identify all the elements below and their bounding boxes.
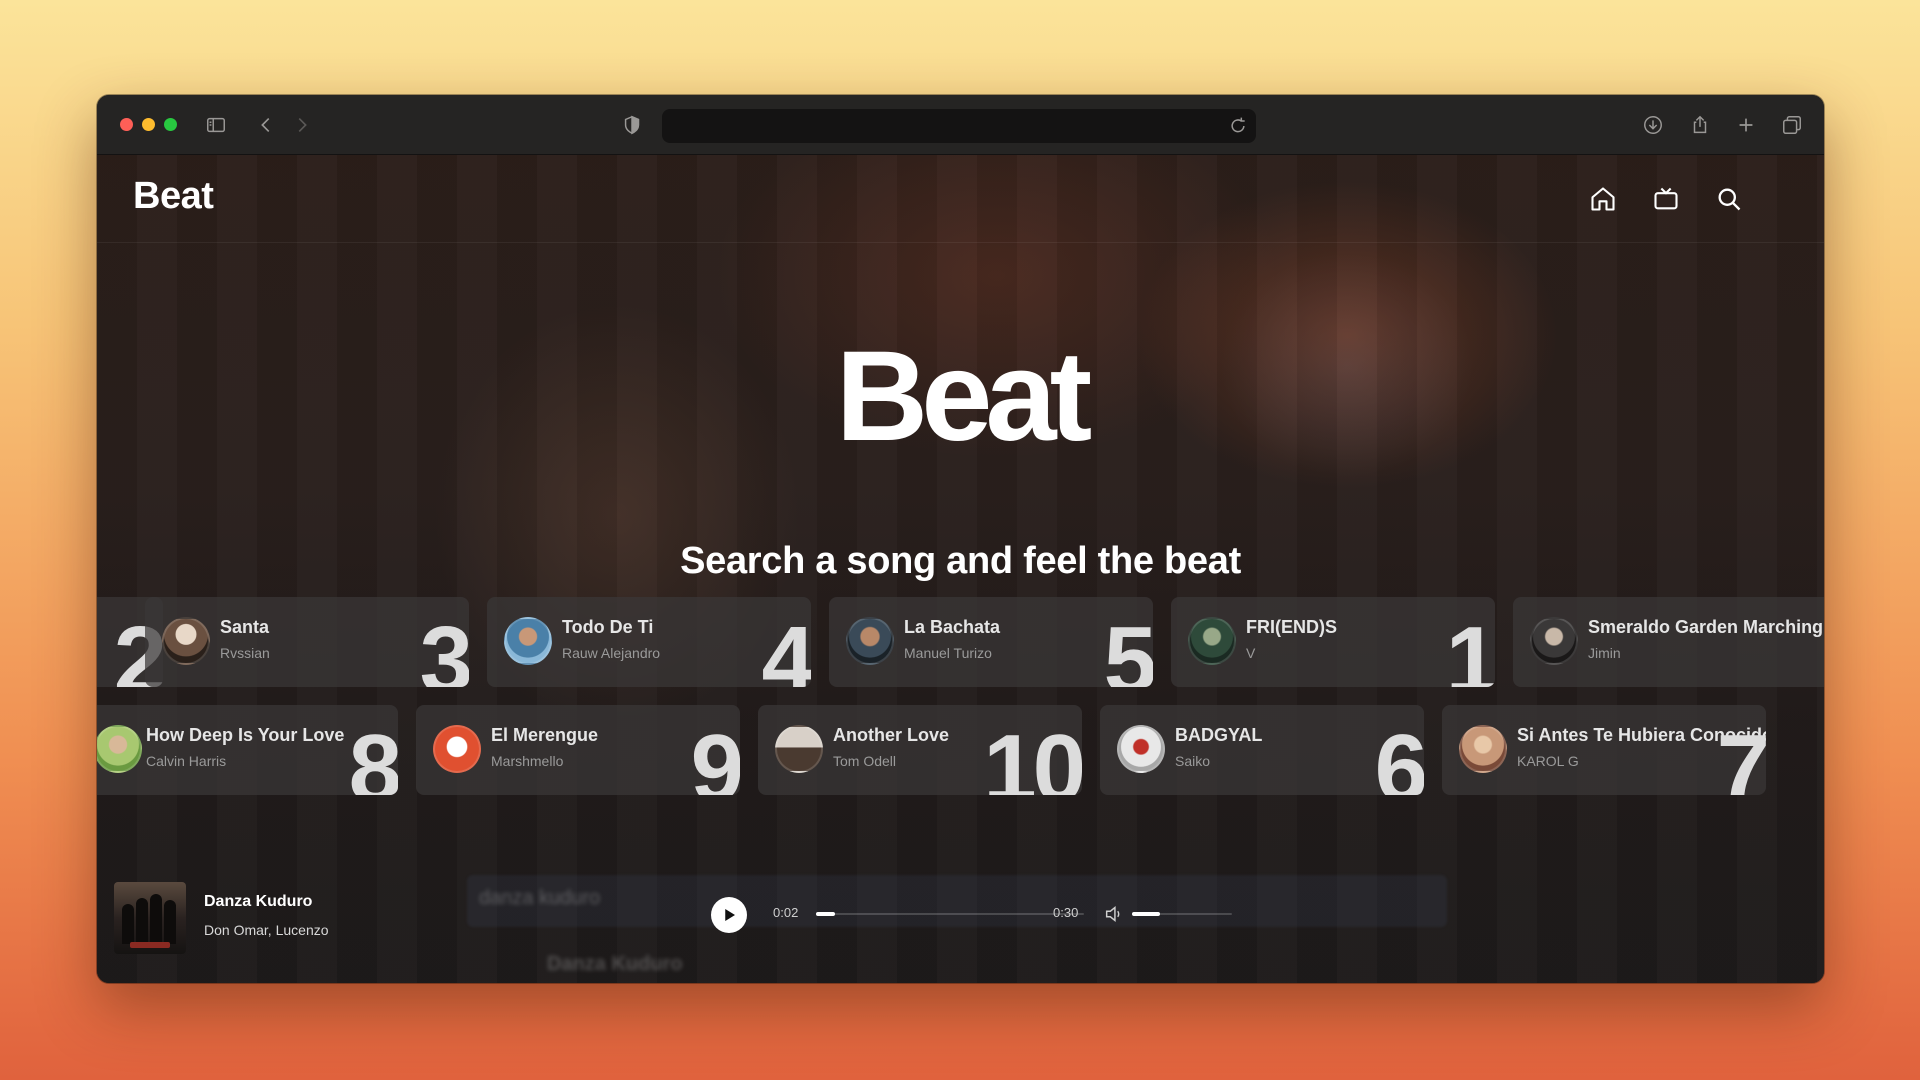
play-button[interactable]: [711, 897, 747, 933]
address-bar[interactable]: [662, 109, 1256, 143]
song-card[interactable]: Another Love Tom Odell 10: [758, 705, 1082, 795]
zoom-window-button[interactable]: [164, 118, 177, 131]
song-rank: 5: [1103, 607, 1153, 688]
song-title: La Bachata: [904, 617, 1001, 637]
song-title: Santa: [220, 617, 270, 637]
song-artist: Saiko: [1175, 753, 1211, 769]
reload-icon[interactable]: [1228, 116, 1248, 136]
hero-title: Beat: [835, 325, 1092, 468]
song-title: BADGYAL: [1175, 725, 1263, 745]
browser-toolbar: [97, 95, 1824, 155]
song-artist: KAROL G: [1517, 753, 1579, 769]
songs-row-2: How Deep Is Your Love Calvin Harris 8 El…: [97, 705, 1824, 795]
song-artist: Calvin Harris: [146, 753, 227, 769]
artist-avatar: [775, 725, 823, 773]
volume-fill: [1132, 912, 1160, 916]
song-artist: Tom Odell: [833, 753, 897, 769]
artist-avatar: [162, 617, 210, 665]
song-card[interactable]: Santa Rvssian 3: [145, 597, 469, 687]
browser-window: Beat Beat Search a song and feel the bea…: [97, 95, 1824, 983]
page-content: Beat Beat Search a song and feel the bea…: [97, 155, 1824, 983]
song-rank: 8: [348, 715, 398, 796]
artist-avatar: [1117, 725, 1165, 773]
search-ghost-text: danza kuduro: [479, 887, 601, 909]
song-artist: Jimin: [1588, 645, 1621, 661]
song-rank: 4: [761, 607, 811, 688]
artist-avatar: [1459, 725, 1507, 773]
play-icon: [725, 909, 735, 921]
progress-fill: [816, 912, 835, 916]
back-icon[interactable]: [254, 113, 278, 137]
now-playing-artist: Don Omar, Lucenzo: [204, 922, 329, 938]
volume-icon[interactable]: [1103, 903, 1125, 925]
song-rank: 10: [983, 715, 1082, 796]
tabs-overview-icon[interactable]: [1780, 113, 1804, 137]
artist-avatar: [504, 617, 552, 665]
song-rank: 9: [690, 715, 740, 796]
song-card[interactable]: How Deep Is Your Love Calvin Harris 8: [97, 705, 398, 795]
volume-slider[interactable]: [1132, 912, 1232, 916]
song-artist: Manuel Turizo: [904, 645, 992, 661]
song-card[interactable]: BADGYAL Saiko 6: [1100, 705, 1424, 795]
home-icon[interactable]: [1587, 183, 1619, 215]
now-playing-title: Danza Kuduro: [204, 893, 313, 910]
current-time: 0:02: [773, 905, 799, 920]
album-cover[interactable]: [114, 882, 186, 954]
search-ghost-result: Danza Kuduro: [547, 953, 683, 975]
duration: 0:30: [1053, 905, 1079, 920]
shield-icon[interactable]: [620, 113, 644, 137]
song-artist: Rvssian: [220, 645, 270, 661]
search-icon[interactable]: [1713, 183, 1745, 215]
song-card[interactable]: La Bachata Manuel Turizo 5: [829, 597, 1153, 687]
app-header: Beat: [97, 155, 1824, 243]
song-card[interactable]: Si Antes Te Hubiera Conocido KAROL G 7: [1442, 705, 1766, 795]
song-artist: Marshmello: [491, 753, 564, 769]
song-artist: Rauw Alejandro: [562, 645, 661, 661]
song-rank: 6: [1374, 715, 1424, 796]
song-card[interactable]: Smeraldo Garden Marching Jimin: [1513, 597, 1824, 687]
song-card[interactable]: FRI(END)S V 1: [1171, 597, 1495, 687]
forward-icon[interactable]: [290, 113, 314, 137]
song-title: How Deep Is Your Love: [146, 725, 345, 745]
songs-row-1: 2 Santa Rvssian 3 Todo De Ti Rauw Alejan…: [97, 597, 1824, 687]
close-window-button[interactable]: [120, 118, 133, 131]
song-title: Another Love: [833, 725, 950, 745]
song-title: Smeraldo Garden Marching: [1588, 617, 1824, 637]
song-title: Todo De Ti: [562, 617, 654, 637]
song-rank: 1: [1445, 607, 1495, 688]
artist-avatar: [97, 725, 142, 773]
hero-subtitle: Search a song and feel the beat: [680, 540, 1241, 582]
song-rank: 7: [1716, 715, 1766, 796]
brand-logo[interactable]: Beat: [133, 175, 214, 218]
song-card[interactable]: El Merengue Marshmello 9: [416, 705, 740, 795]
song-card[interactable]: Todo De Ti Rauw Alejandro 4: [487, 597, 811, 687]
minimize-window-button[interactable]: [142, 118, 155, 131]
search-overlay-ghost: [467, 875, 1447, 927]
new-tab-icon[interactable]: [1734, 113, 1758, 137]
artist-avatar: [1530, 617, 1578, 665]
artist-avatar: [846, 617, 894, 665]
song-artist: V: [1246, 645, 1256, 661]
download-icon[interactable]: [1641, 113, 1665, 137]
tv-icon[interactable]: [1650, 183, 1682, 215]
artist-avatar: [433, 725, 481, 773]
song-rank: 3: [419, 607, 469, 688]
song-title: El Merengue: [491, 725, 599, 745]
song-title: FRI(END)S: [1246, 617, 1337, 637]
artist-avatar: [1188, 617, 1236, 665]
sidebar-icon[interactable]: [204, 113, 228, 137]
player-bar: danza kuduro Danza Kuduro Danza Kuduro D…: [97, 875, 1824, 983]
progress-slider[interactable]: [816, 912, 1084, 916]
share-icon[interactable]: [1688, 113, 1712, 137]
